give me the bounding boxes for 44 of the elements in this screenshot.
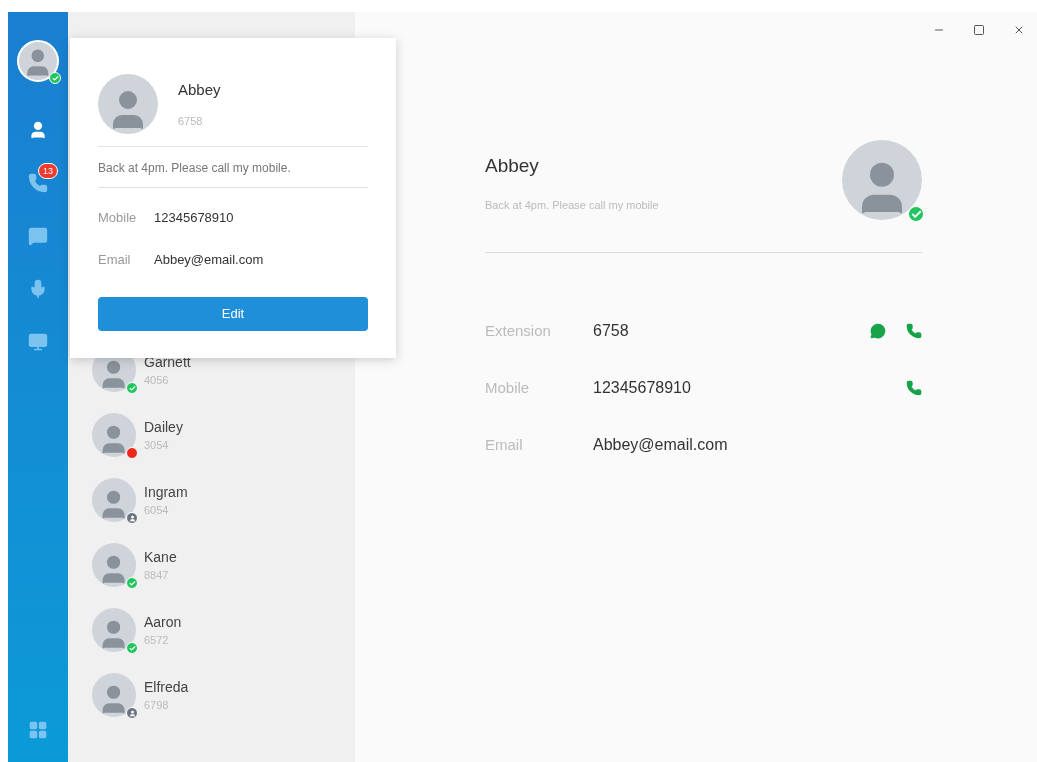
- message-button[interactable]: [870, 323, 886, 339]
- call-button[interactable]: [906, 323, 922, 339]
- phone-icon: [906, 323, 922, 339]
- avatar: [17, 40, 59, 82]
- avatar: [92, 478, 136, 522]
- field-value: Abbey@email.com: [593, 435, 729, 455]
- maximize-icon: [973, 24, 985, 36]
- contact-name: Dailey: [144, 419, 183, 435]
- field-value: 12345678910: [154, 209, 234, 227]
- avatar: [98, 74, 158, 134]
- edit-button[interactable]: Edit: [98, 297, 368, 331]
- status-message: Back at 4pm. Please call my mobile.: [98, 161, 291, 175]
- field-label: Email: [485, 434, 524, 455]
- field-label: Mobile: [98, 209, 138, 227]
- field-label: Extension: [485, 320, 552, 341]
- contacts-icon: [28, 120, 48, 140]
- avatar: [92, 673, 136, 717]
- contact-name: Garnett: [144, 354, 191, 370]
- contact-name: Ingram: [144, 484, 188, 500]
- field-value: Abbey@email.com: [154, 250, 264, 269]
- avatar: [92, 543, 136, 587]
- popup-extension: 6758: [178, 114, 204, 129]
- popup-name: Abbey: [178, 79, 221, 100]
- field-label: Mobile: [485, 377, 531, 398]
- calls-icon: [28, 173, 48, 193]
- phone-icon: [906, 380, 922, 396]
- voicemail-icon: [28, 279, 48, 299]
- contact-name: Kane: [144, 549, 177, 565]
- chat-icon: [28, 226, 48, 246]
- conference-icon: [28, 332, 48, 352]
- field-value: 6758: [593, 321, 630, 341]
- contact-name: Elfreda: [144, 679, 189, 695]
- field-label: Email: [98, 250, 132, 269]
- close-icon: [1013, 24, 1025, 36]
- missed-calls-badge: 13: [38, 163, 58, 179]
- grid-icon: [28, 720, 48, 740]
- field-value: 12345678910: [593, 378, 692, 398]
- avatar: [92, 413, 136, 457]
- status-message: Back at 4pm. Please call my mobile: [485, 197, 659, 213]
- contact-name: Aaron: [144, 614, 182, 630]
- chat-bubble-icon: [870, 323, 886, 339]
- call-button[interactable]: [906, 380, 922, 396]
- avatar: [92, 608, 136, 652]
- contact-name: Abbey: [485, 154, 540, 178]
